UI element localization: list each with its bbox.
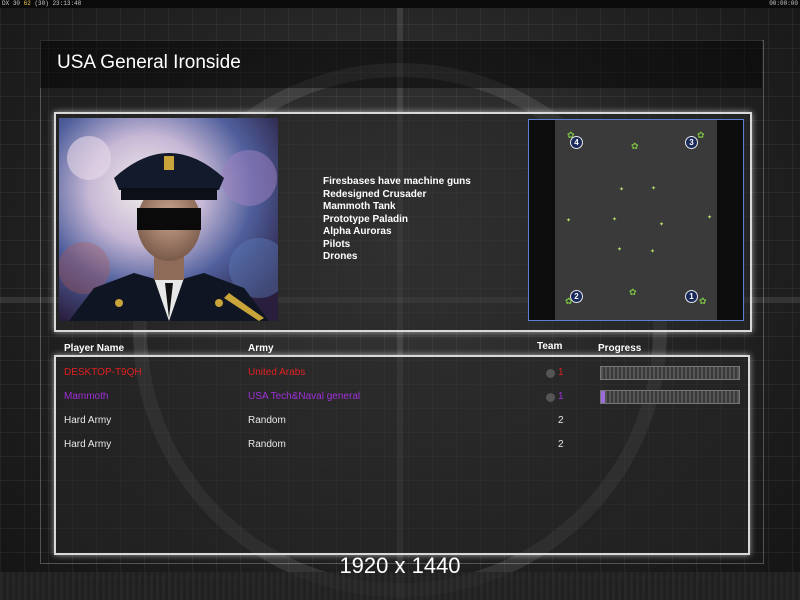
supply-dot: ✦ <box>566 218 572 224</box>
progress-fill <box>601 391 605 403</box>
supply-dot: ✦ <box>619 187 625 193</box>
spawn-point-3: 3 <box>685 136 698 149</box>
loading-progress-bar <box>600 390 740 404</box>
player-army: United Arabs <box>248 367 306 378</box>
player-army: Random <box>248 439 286 450</box>
general-features-list: Firesbases have machine guns Redesigned … <box>323 176 471 264</box>
player-army: Random <box>248 415 286 426</box>
supply-dot: ✦ <box>617 247 623 253</box>
tree-icon: ✿ <box>699 296 707 306</box>
general-portrait-image <box>59 118 278 321</box>
map-border-left <box>529 120 555 320</box>
fps-prefix: DX <box>2 0 10 7</box>
general-title: USA General Ironside <box>57 52 241 73</box>
player-list-panel <box>54 355 750 555</box>
player-color-dot <box>546 369 555 378</box>
supply-dot: ✦ <box>659 222 665 228</box>
column-header-team: Team <box>537 341 563 352</box>
player-name: Hard Army <box>64 415 112 426</box>
player-army: USA Tech&Naval general <box>248 391 361 402</box>
supply-dot: ✦ <box>651 186 657 192</box>
supply-dot: ✦ <box>650 249 656 255</box>
player-name: Mammoth <box>64 391 109 402</box>
fps-highlight: 62 <box>23 0 31 7</box>
feature-item: Mammoth Tank <box>323 201 396 212</box>
player-name: DESKTOP-T9QH <box>64 367 142 378</box>
clock-time: 23:13:48 <box>52 0 82 7</box>
player-color-dot <box>546 393 555 402</box>
tree-icon: ✿ <box>631 141 639 151</box>
map-preview: ✿ ✿ ✿ ✿ ✿ ✿ 4 3 2 1 ✦ ✦ ✦ ✦ ✦ ✦ ✦ ✦ <box>528 119 744 321</box>
fps-readout: DX 30 62 (30) 23:13:48 <box>2 0 81 8</box>
feature-item: Pilots <box>323 238 351 250</box>
player-team: 2 <box>558 415 564 426</box>
column-header-army: Army <box>248 343 274 354</box>
feature-item: Redesigned Crusader <box>323 188 427 200</box>
loading-progress-bar <box>600 366 740 380</box>
player-team: 1 <box>558 391 564 402</box>
feature-item: Prototype Paladin <box>323 213 409 225</box>
spawn-point-2: 2 <box>570 290 583 303</box>
fps-value: 30 <box>12 0 21 7</box>
column-header-progress: Progress <box>598 343 642 354</box>
player-team: 1 <box>558 367 564 378</box>
map-border-right <box>717 120 743 320</box>
feature-item: Drones <box>323 251 358 262</box>
feature-item: Alpha Auroras <box>323 226 392 237</box>
feature-item: Firesbases have machine guns <box>323 176 471 187</box>
spawn-point-4: 4 <box>570 136 583 149</box>
resolution-label: 1920 x 1440 <box>339 553 461 578</box>
supply-dot: ✦ <box>612 217 618 223</box>
fps-mid: (30) <box>34 0 49 7</box>
tree-icon: ✿ <box>697 130 705 140</box>
player-team: 2 <box>558 439 564 450</box>
column-header-player: Player Name <box>64 343 125 354</box>
supply-dot: ✦ <box>707 215 713 221</box>
debug-top-bar: DX 30 62 (30) 23:13:48 00:00:00 <box>0 0 800 8</box>
tree-icon: ✿ <box>629 287 637 297</box>
spawn-point-1: 1 <box>685 290 698 303</box>
game-timer: 00:00:00 <box>769 0 798 7</box>
player-name: Hard Army <box>64 439 112 450</box>
